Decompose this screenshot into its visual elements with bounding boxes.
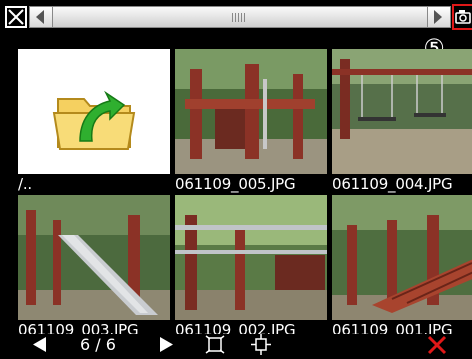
photo-thumbnail — [18, 195, 170, 320]
thumbnail-tile-photo[interactable]: 061109_004.JPG — [332, 49, 472, 193]
scroll-right-arrow-icon[interactable] — [427, 7, 450, 27]
thumbnail-caption: 061109_005.JPG — [175, 175, 296, 193]
scroll-left-arrow-icon[interactable] — [30, 7, 53, 27]
thumbnail-tile-photo-selected[interactable]: 061109_001.JPG — [332, 195, 472, 339]
next-page-icon[interactable] — [158, 334, 176, 355]
thumbnail-tile-photo[interactable]: 061109_002.JPG — [175, 195, 327, 339]
folder-up-icon — [18, 49, 170, 174]
photo-thumbnail — [332, 49, 472, 174]
photo-thumbnail — [332, 195, 472, 320]
bottom-toolbar: 6 / 6 — [0, 334, 472, 355]
thumbnail-tile-parent-folder[interactable]: /.. — [18, 49, 170, 193]
move-cross-icon[interactable] — [250, 334, 272, 355]
horizontal-scrollbar[interactable] — [29, 6, 451, 28]
photo-thumbnail — [175, 49, 327, 174]
thumbnail-tile-photo[interactable]: 061109_005.JPG — [175, 49, 327, 193]
scroll-grip — [231, 13, 245, 22]
thumbnail-caption: 061109_004.JPG — [332, 175, 453, 193]
thumbnail-tile-photo[interactable]: 061109_003.JPG — [18, 195, 170, 339]
delete-x-icon[interactable] — [426, 334, 448, 355]
fit-frame-icon[interactable] — [204, 334, 226, 355]
page-counter: 6 / 6 — [80, 335, 116, 354]
top-toolbar: ⑤ — [0, 0, 472, 62]
close-box-icon[interactable] — [5, 6, 27, 28]
photo-thumbnail — [175, 195, 327, 320]
prev-page-icon[interactable] — [30, 334, 48, 355]
thumbnail-caption: /.. — [18, 175, 32, 193]
scroll-thumb[interactable] — [58, 8, 418, 26]
camera-icon[interactable] — [452, 4, 472, 30]
